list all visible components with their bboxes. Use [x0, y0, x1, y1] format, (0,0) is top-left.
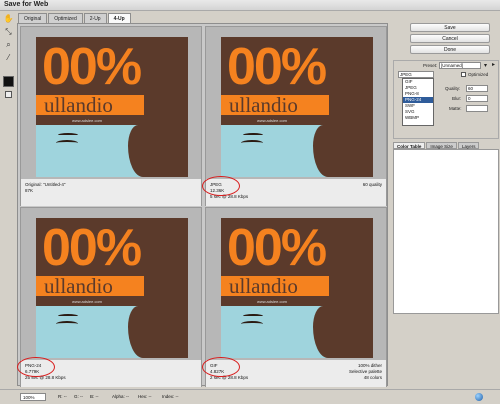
format-dropdown-list: GIF JPEG PNG-8 PNG-24 SWF SVG WBMP [402, 78, 434, 126]
preview-image: 00% ullandio www.adslee.com [221, 218, 373, 358]
panel-menu-icon[interactable]: ▸ [492, 61, 495, 68]
info-line: 25 sec @ 28.8 Kbps [25, 375, 66, 380]
image-url-text: www.adslee.com [72, 118, 103, 123]
zoom-tool-icon[interactable]: ⌕ [3, 39, 14, 50]
info-line: 5 sec @ 28.8 Kbps [210, 194, 249, 199]
slice-select-tool-icon[interactable]: ⤡ [3, 26, 14, 37]
tab-2-up[interactable]: 2-Up [83, 13, 107, 23]
toggle-slices-icon[interactable] [5, 91, 12, 98]
quality-label: Quality: [445, 86, 461, 91]
image-brand-text: ullandio [44, 93, 113, 117]
info-right: 100% dither Selective palette 48 colors [349, 363, 382, 381]
eyedropper-tool-icon[interactable]: ⁄ [3, 52, 14, 63]
tab-optimized[interactable]: Optimized [48, 13, 83, 23]
save-button[interactable]: Save [410, 23, 490, 32]
status-bar: 100% R: -- G: -- B: -- Alpha: -- Hex: --… [0, 389, 500, 404]
eye-graphic [56, 321, 78, 327]
preview-pane-original[interactable]: 00% ullandio www.adslee.com Original: "U… [20, 26, 202, 206]
info-right: 60 quality [363, 182, 382, 188]
preview-area: 00% ullandio www.adslee.com Original: "U… [17, 23, 388, 387]
image-url-text: www.adslee.com [257, 299, 288, 304]
image-percent-text: 00% [42, 38, 142, 96]
image-url-text: www.adslee.com [72, 299, 103, 304]
preview-pane-png24[interactable]: 00% ullandio www.adslee.com PNG-24 6.779… [17, 207, 202, 387]
info-line: 60 quality [362, 182, 382, 187]
image-brand-text: ullandio [44, 274, 113, 298]
image-brand-text: ullandio [229, 93, 298, 117]
eye-graphic [241, 321, 263, 327]
matte-select[interactable] [466, 105, 488, 112]
red-readout: R: -- [58, 394, 67, 399]
quality-input[interactable]: 60 [466, 85, 488, 92]
preview-image: 00% ullandio www.adslee.com [221, 37, 373, 177]
blur-label: Blur: [452, 96, 462, 101]
hair-graphic [144, 276, 188, 358]
red-circle-annotation [202, 176, 240, 196]
format-select[interactable]: JPEG [398, 71, 434, 78]
eyebrow-graphic [58, 314, 78, 318]
blur-input[interactable]: 0 [466, 95, 488, 102]
done-button[interactable]: Done [410, 45, 490, 54]
toolbox: ✋ ⤡ ⌕ ⁄ [0, 11, 17, 393]
eyebrow-graphic [243, 133, 263, 137]
eye-graphic [241, 140, 263, 146]
red-circle-annotation [17, 357, 55, 377]
tab-image-size[interactable]: Image Size [426, 142, 457, 149]
color-table-panel [393, 149, 499, 314]
window-title: Save for Web [4, 1, 49, 8]
cancel-button[interactable]: Cancel [410, 34, 490, 43]
preview-pane-gif[interactable]: 00% ullandio www.adslee.com GIF 4.827K 2… [202, 207, 387, 387]
tab-color-table[interactable]: Color Table [393, 142, 426, 149]
tab-4-up[interactable]: 4-Up [107, 13, 131, 23]
blue-readout: B: -- [90, 394, 99, 399]
pane-info: Original: "Untitled-4" 87K [21, 179, 201, 206]
image-percent-text: 00% [227, 38, 327, 96]
green-readout: G: -- [74, 394, 83, 399]
title-bar: Save for Web [0, 0, 500, 11]
tab-layers[interactable]: Layers [457, 142, 480, 149]
alpha-readout: Alpha: -- [112, 394, 130, 399]
optimized-label: Optimized [468, 72, 489, 77]
preset-select[interactable]: [Unnamed] [439, 62, 481, 69]
image-url-text: www.adslee.com [257, 118, 288, 123]
preview-image: 00% ullandio www.adslee.com [36, 218, 188, 358]
eyebrow-graphic [243, 314, 263, 318]
zoom-select[interactable]: 100% [20, 393, 46, 401]
tab-original[interactable]: Original [18, 13, 48, 23]
red-circle-annotation [202, 357, 240, 377]
optimization-settings: Preset: [Unnamed] ▾ ▸ JPEG GIF JPEG PNG-… [393, 60, 499, 139]
color-table-tabs: Color Table Image Size Layers [393, 142, 499, 149]
format-option[interactable]: WBMP [403, 115, 433, 121]
info-line: 48 colors [363, 375, 382, 380]
eyebrow-graphic [58, 133, 78, 137]
chevron-down-icon[interactable]: ▾ [484, 62, 487, 69]
browser-preview-icon[interactable] [475, 393, 483, 401]
hair-graphic [329, 276, 373, 358]
info-line: 87K [25, 188, 34, 193]
image-percent-text: 00% [42, 219, 142, 277]
hair-graphic [144, 95, 188, 177]
optimized-checkbox[interactable] [461, 72, 466, 77]
preset-label: Preset: [423, 63, 438, 68]
preview-image: 00% ullandio www.adslee.com [36, 37, 188, 177]
eye-graphic [56, 140, 78, 146]
hex-readout: Hex: -- [138, 394, 152, 399]
matte-label: Matte: [449, 106, 462, 111]
image-brand-text: ullandio [229, 274, 298, 298]
hair-graphic [329, 95, 373, 177]
hand-tool-icon[interactable]: ✋ [3, 13, 14, 24]
index-readout: Index: -- [162, 394, 179, 399]
eyedropper-color-swatch[interactable] [3, 76, 14, 87]
settings-panel: Save Cancel Done Preset: [Unnamed] ▾ ▸ J… [389, 11, 500, 393]
image-percent-text: 00% [227, 219, 327, 277]
save-for-web-window: Save for Web ✋ ⤡ ⌕ ⁄ Original Optimized … [0, 0, 500, 404]
preview-pane-jpeg[interactable]: 00% ullandio www.adslee.com JPEG 12.36K … [202, 26, 387, 206]
view-tabs: Original Optimized 2-Up 4-Up [18, 13, 132, 23]
